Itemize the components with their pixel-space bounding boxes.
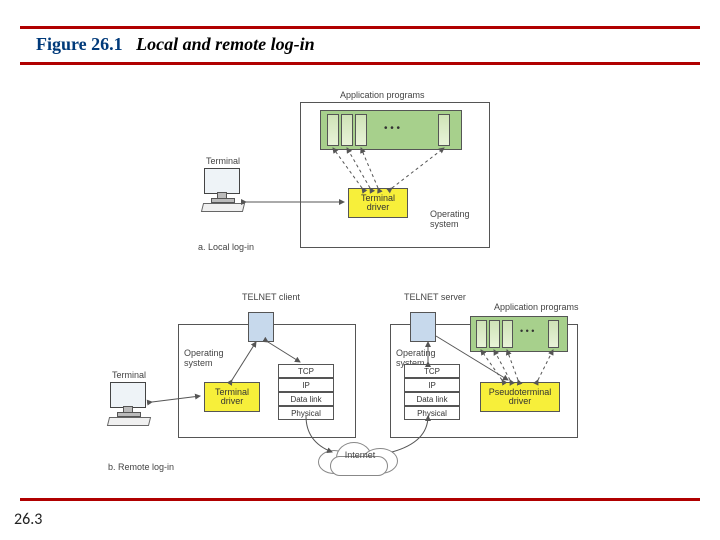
os-label-left: Operating system: [184, 348, 228, 368]
terminal-driver-b: Terminal driver: [204, 382, 260, 412]
figure-title: Figure 26.1 Local and remote log-in: [36, 34, 315, 55]
caption-b: b. Remote log-in: [108, 462, 174, 472]
slide: Figure 26.1 Local and remote log-in Oper…: [0, 0, 720, 540]
app-bar-b2: [489, 320, 500, 348]
app-bar-a1: [327, 114, 339, 146]
stack-right-ip: IP: [404, 378, 460, 392]
figure-number: Figure 26.1: [36, 34, 123, 54]
telnet-client-box: [248, 312, 274, 342]
terminal-label-a: Terminal: [206, 156, 240, 166]
app-bar-b4: [548, 320, 559, 348]
apps-label-b: Application programs: [494, 302, 579, 312]
terminal-label-b: Terminal: [112, 370, 146, 380]
internet-label: Internet: [318, 450, 402, 460]
telnet-client-label: TELNET client: [242, 292, 300, 302]
telnet-server-label: TELNET server: [404, 292, 466, 302]
app-bar-a4: [438, 114, 450, 146]
terminal-driver-a: Terminal driver: [348, 188, 408, 218]
stack-right-tcp: TCP: [404, 364, 460, 378]
apps-label-a: Application programs: [340, 90, 425, 100]
stack-left-ip: IP: [278, 378, 334, 392]
rule-under-title: [20, 62, 700, 65]
stack-right-dl: Data link: [404, 392, 460, 406]
stack-right-phy: Physical: [404, 406, 460, 420]
stack-left: TCP IP Data link Physical: [278, 364, 334, 420]
terminal-icon-a: [202, 168, 246, 208]
telnet-server-box: [410, 312, 436, 342]
app-bar-a3: [355, 114, 367, 146]
app-bar-a2: [341, 114, 353, 146]
stack-left-phy: Physical: [278, 406, 334, 420]
rule-top: [20, 26, 700, 29]
diagram-local-login: Operating system Application programs • …: [192, 90, 492, 270]
page-number: 26.3: [14, 510, 42, 529]
caption-a: a. Local log-in: [198, 242, 254, 252]
terminal-icon-b: [108, 382, 152, 422]
app-bar-b1: [476, 320, 487, 348]
stack-left-tcp: TCP: [278, 364, 334, 378]
stack-left-dl: Data link: [278, 392, 334, 406]
app-bar-b3: [502, 320, 513, 348]
stack-right: TCP IP Data link Physical: [404, 364, 460, 420]
rule-bottom: [20, 498, 700, 501]
apps-ellipsis-a: • • •: [384, 123, 400, 134]
diagram-remote-login: Operating system Operating system TELNET…: [108, 292, 588, 477]
os-label-a: Operating system: [430, 209, 478, 229]
figure-caption: Local and remote log-in: [136, 34, 315, 54]
pseudoterminal-driver: Pseudoterminal driver: [480, 382, 560, 412]
apps-ellipsis-b: • • •: [520, 326, 534, 336]
internet-cloud: Internet: [318, 440, 402, 474]
